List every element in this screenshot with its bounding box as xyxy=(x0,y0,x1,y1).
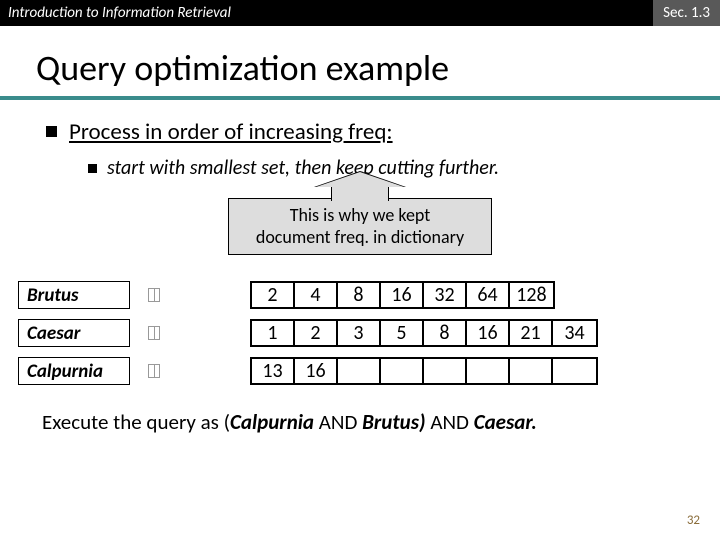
posting-cell xyxy=(338,359,381,383)
posting-cell: 32 xyxy=(424,283,467,307)
callout-line-2: document freq. in dictionary xyxy=(233,227,487,249)
callout-box: This is why we kept document freq. in di… xyxy=(228,198,492,255)
section-number: Sec. 1.3 xyxy=(653,0,720,26)
posting-cell: 5 xyxy=(381,321,424,345)
posting-cell: 16 xyxy=(381,283,424,307)
slide-title: Query optimization example xyxy=(0,26,720,96)
course-title: Introduction to Information Retrieval xyxy=(8,4,231,22)
posting-cell xyxy=(381,359,424,383)
posting-cell: 16 xyxy=(467,321,510,345)
bullet-1-text: Process in order of increasing freq: xyxy=(69,118,393,146)
bullet-2-text: start with smallest set, then keep cutti… xyxy=(107,156,499,180)
title-underline xyxy=(0,96,720,100)
posting-cell xyxy=(467,359,510,383)
content-area: Process in order of increasing freq: sta… xyxy=(0,118,720,255)
posting-cell: 34 xyxy=(553,321,596,345)
posting-cell: 16 xyxy=(295,359,338,383)
posting-cell xyxy=(510,359,553,383)
term-box: Caesar xyxy=(18,319,130,347)
posting-cell xyxy=(553,359,596,383)
posting-cell: 13 xyxy=(252,359,295,383)
footer-text: Execute the query as (Calpurnia AND Brut… xyxy=(0,395,720,435)
posting-list: 13 16 xyxy=(250,357,598,385)
page-number: 32 xyxy=(687,513,700,528)
placeholder-icon xyxy=(148,326,160,340)
posting-row-calpurnia: Calpurnia 13 16 xyxy=(18,357,702,385)
term-box: Calpurnia xyxy=(18,357,130,385)
posting-cell: 1 xyxy=(252,321,295,345)
bullet-level-1: Process in order of increasing freq: xyxy=(36,118,684,146)
callout-line-1: This is why we kept xyxy=(233,205,487,227)
posting-list: 2 4 8 16 32 64 128 xyxy=(250,281,555,309)
posting-cell xyxy=(424,359,467,383)
posting-cell: 21 xyxy=(510,321,553,345)
posting-row-caesar: Caesar 1 2 3 5 8 16 21 34 xyxy=(18,319,702,347)
posting-cell: 3 xyxy=(338,321,381,345)
posting-cell: 64 xyxy=(467,283,510,307)
placeholder-icon xyxy=(148,288,160,302)
term-box: Brutus xyxy=(18,281,130,309)
square-bullet-icon xyxy=(88,164,97,173)
posting-cell: 2 xyxy=(252,283,295,307)
posting-cell: 4 xyxy=(295,283,338,307)
posting-cell: 2 xyxy=(295,321,338,345)
header-bar: Introduction to Information Retrieval Se… xyxy=(0,0,720,26)
postings-table: Brutus 2 4 8 16 32 64 128 Caesar 1 2 3 5… xyxy=(0,281,720,385)
posting-cell: 8 xyxy=(338,283,381,307)
square-bullet-icon xyxy=(46,126,57,137)
posting-row-brutus: Brutus 2 4 8 16 32 64 128 xyxy=(18,281,702,309)
posting-cell: 128 xyxy=(510,283,553,307)
up-arrow-icon xyxy=(314,171,406,201)
posting-list: 1 2 3 5 8 16 21 34 xyxy=(250,319,598,347)
placeholder-icon xyxy=(148,364,160,378)
posting-cell: 8 xyxy=(424,321,467,345)
